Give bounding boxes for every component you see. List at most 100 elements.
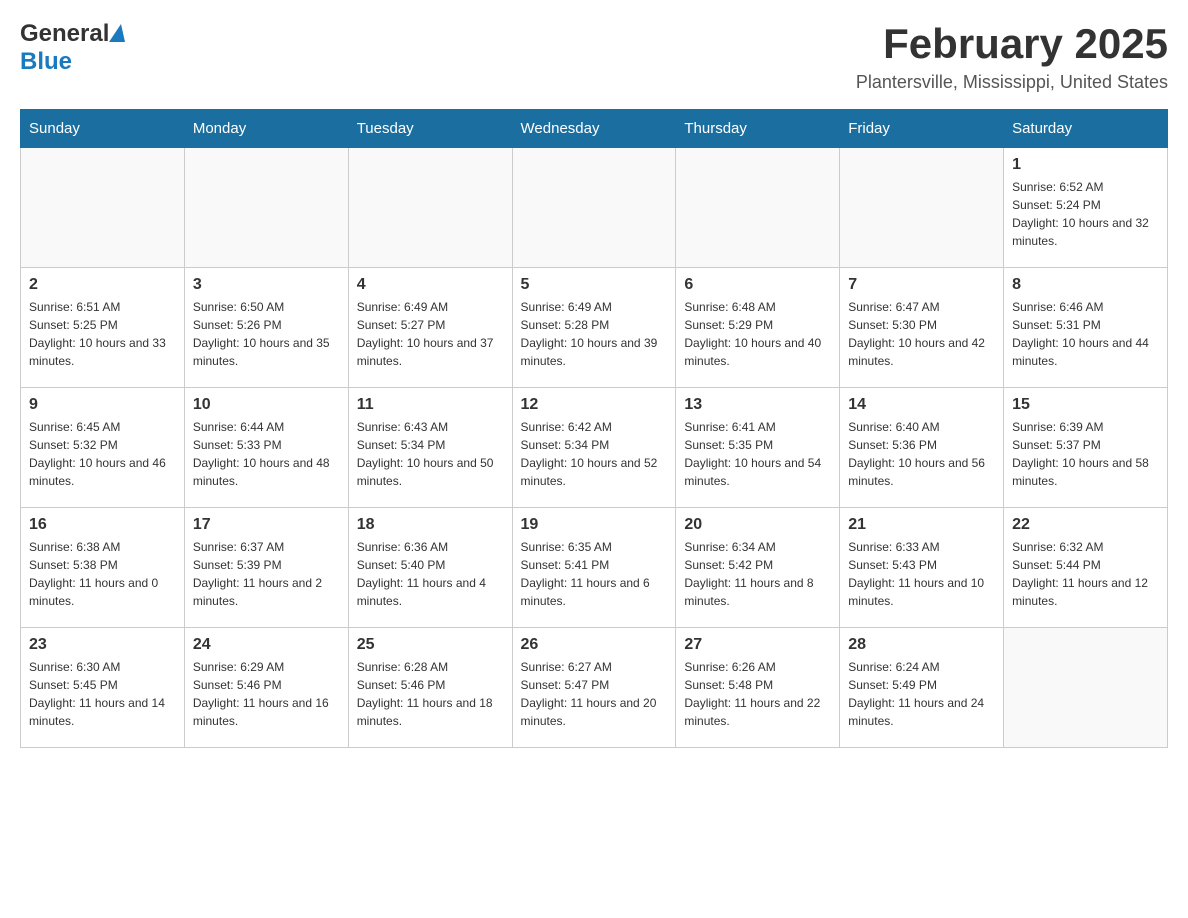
calendar-table: Sunday Monday Tuesday Wednesday Thursday… (20, 109, 1168, 748)
col-friday: Friday (840, 110, 1004, 148)
calendar-cell (21, 148, 185, 268)
day-number: 28 (848, 636, 995, 654)
calendar-cell: 23 Sunrise: 6:30 AMSunset: 5:45 PMDayligh… (21, 628, 185, 748)
calendar-cell: 26 Sunrise: 6:27 AMSunset: 5:47 PMDayligh… (512, 628, 676, 748)
day-info: Sunrise: 6:29 AMSunset: 5:46 PMDaylight:… (193, 658, 340, 730)
day-info: Sunrise: 6:30 AMSunset: 5:45 PMDaylight:… (29, 658, 176, 730)
day-info: Sunrise: 6:49 AMSunset: 5:28 PMDaylight:… (521, 298, 668, 370)
col-tuesday: Tuesday (348, 110, 512, 148)
logo-general-text: General (20, 20, 109, 48)
calendar-cell (676, 148, 840, 268)
calendar-cell: 6 Sunrise: 6:48 AMSunset: 5:29 PMDaylight… (676, 268, 840, 388)
month-title: February 2025 (856, 20, 1168, 68)
day-info: Sunrise: 6:36 AMSunset: 5:40 PMDaylight:… (357, 538, 504, 610)
day-info: Sunrise: 6:28 AMSunset: 5:46 PMDaylight:… (357, 658, 504, 730)
day-number: 15 (1012, 396, 1159, 414)
calendar-cell: 12 Sunrise: 6:42 AMSunset: 5:34 PMDayligh… (512, 388, 676, 508)
day-number: 20 (684, 516, 831, 534)
day-info: Sunrise: 6:46 AMSunset: 5:31 PMDaylight:… (1012, 298, 1159, 370)
day-number: 26 (521, 636, 668, 654)
day-info: Sunrise: 6:48 AMSunset: 5:29 PMDaylight:… (684, 298, 831, 370)
col-monday: Monday (184, 110, 348, 148)
day-number: 10 (193, 396, 340, 414)
logo-blue-text: Blue (20, 48, 72, 76)
calendar-cell: 27 Sunrise: 6:26 AMSunset: 5:48 PMDayligh… (676, 628, 840, 748)
calendar-cell (184, 148, 348, 268)
day-info: Sunrise: 6:41 AMSunset: 5:35 PMDaylight:… (684, 418, 831, 490)
calendar-week-row-3: 9 Sunrise: 6:45 AMSunset: 5:32 PMDaylight… (21, 388, 1168, 508)
day-info: Sunrise: 6:38 AMSunset: 5:38 PMDaylight:… (29, 538, 176, 610)
day-number: 14 (848, 396, 995, 414)
day-number: 12 (521, 396, 668, 414)
day-info: Sunrise: 6:49 AMSunset: 5:27 PMDaylight:… (357, 298, 504, 370)
calendar-cell (1004, 628, 1168, 748)
day-info: Sunrise: 6:50 AMSunset: 5:26 PMDaylight:… (193, 298, 340, 370)
location-subtitle: Plantersville, Mississippi, United State… (856, 72, 1168, 93)
day-info: Sunrise: 6:42 AMSunset: 5:34 PMDaylight:… (521, 418, 668, 490)
calendar-cell (348, 148, 512, 268)
day-number: 13 (684, 396, 831, 414)
day-number: 17 (193, 516, 340, 534)
day-number: 11 (357, 396, 504, 414)
day-number: 4 (357, 276, 504, 294)
day-info: Sunrise: 6:27 AMSunset: 5:47 PMDaylight:… (521, 658, 668, 730)
day-info: Sunrise: 6:26 AMSunset: 5:48 PMDaylight:… (684, 658, 831, 730)
day-number: 21 (848, 516, 995, 534)
day-number: 6 (684, 276, 831, 294)
day-number: 23 (29, 636, 176, 654)
day-info: Sunrise: 6:33 AMSunset: 5:43 PMDaylight:… (848, 538, 995, 610)
calendar-cell: 4 Sunrise: 6:49 AMSunset: 5:27 PMDaylight… (348, 268, 512, 388)
calendar-cell: 7 Sunrise: 6:47 AMSunset: 5:30 PMDaylight… (840, 268, 1004, 388)
day-info: Sunrise: 6:51 AMSunset: 5:25 PMDaylight:… (29, 298, 176, 370)
calendar-cell (840, 148, 1004, 268)
calendar-cell: 21 Sunrise: 6:33 AMSunset: 5:43 PMDayligh… (840, 508, 1004, 628)
calendar-cell: 16 Sunrise: 6:38 AMSunset: 5:38 PMDayligh… (21, 508, 185, 628)
day-number: 24 (193, 636, 340, 654)
day-number: 7 (848, 276, 995, 294)
page-header: General Blue February 2025 Plantersville… (20, 20, 1168, 93)
calendar-header-row: Sunday Monday Tuesday Wednesday Thursday… (21, 110, 1168, 148)
calendar-week-row-2: 2Sunrise: 6:51 AMSunset: 5:25 PMDaylight… (21, 268, 1168, 388)
calendar-cell: 18Sunrise: 6:36 AMSunset: 5:40 PMDayligh… (348, 508, 512, 628)
calendar-cell: 20Sunrise: 6:34 AMSunset: 5:42 PMDayligh… (676, 508, 840, 628)
title-section: February 2025 Plantersville, Mississippi… (856, 20, 1168, 93)
day-number: 27 (684, 636, 831, 654)
calendar-cell: 22 Sunrise: 6:32 AMSunset: 5:44 PMDayligh… (1004, 508, 1168, 628)
day-info: Sunrise: 6:40 AMSunset: 5:36 PMDaylight:… (848, 418, 995, 490)
col-wednesday: Wednesday (512, 110, 676, 148)
day-info: Sunrise: 6:44 AMSunset: 5:33 PMDaylight:… (193, 418, 340, 490)
col-sunday: Sunday (21, 110, 185, 148)
day-number: 9 (29, 396, 176, 414)
logo-triangle-icon (109, 24, 125, 42)
day-number: 16 (29, 516, 176, 534)
day-number: 22 (1012, 516, 1159, 534)
day-info: Sunrise: 6:37 AMSunset: 5:39 PMDaylight:… (193, 538, 340, 610)
day-info: Sunrise: 6:35 AMSunset: 5:41 PMDaylight:… (521, 538, 668, 610)
day-info: Sunrise: 6:52 AMSunset: 5:24 PMDaylight:… (1012, 178, 1159, 250)
day-number: 19 (521, 516, 668, 534)
calendar-cell: 14 Sunrise: 6:40 AMSunset: 5:36 PMDayligh… (840, 388, 1004, 508)
calendar-cell: 9 Sunrise: 6:45 AMSunset: 5:32 PMDaylight… (21, 388, 185, 508)
day-info: Sunrise: 6:43 AMSunset: 5:34 PMDaylight:… (357, 418, 504, 490)
calendar-cell: 11 Sunrise: 6:43 AMSunset: 5:34 PMDayligh… (348, 388, 512, 508)
calendar-cell: 8 Sunrise: 6:46 AMSunset: 5:31 PMDaylight… (1004, 268, 1168, 388)
day-number: 5 (521, 276, 668, 294)
day-info: Sunrise: 6:32 AMSunset: 5:44 PMDaylight:… (1012, 538, 1159, 610)
calendar-cell: 24 Sunrise: 6:29 AMSunset: 5:46 PMDayligh… (184, 628, 348, 748)
day-info: Sunrise: 6:47 AMSunset: 5:30 PMDaylight:… (848, 298, 995, 370)
calendar-cell: 5 Sunrise: 6:49 AMSunset: 5:28 PMDaylight… (512, 268, 676, 388)
calendar-cell: 28Sunrise: 6:24 AMSunset: 5:49 PMDayligh… (840, 628, 1004, 748)
calendar-week-row-1: 1 Sunrise: 6:52 AMSunset: 5:24 PMDaylight… (21, 148, 1168, 268)
day-number: 8 (1012, 276, 1159, 294)
logo: General Blue (20, 20, 125, 76)
calendar-cell: 2Sunrise: 6:51 AMSunset: 5:25 PMDaylight… (21, 268, 185, 388)
calendar-cell: 1 Sunrise: 6:52 AMSunset: 5:24 PMDaylight… (1004, 148, 1168, 268)
day-info: Sunrise: 6:39 AMSunset: 5:37 PMDaylight:… (1012, 418, 1159, 490)
calendar-cell: 19 Sunrise: 6:35 AMSunset: 5:41 PMDayligh… (512, 508, 676, 628)
calendar-week-row-5: 23 Sunrise: 6:30 AMSunset: 5:45 PMDayligh… (21, 628, 1168, 748)
day-number: 1 (1012, 156, 1159, 174)
calendar-cell: 25Sunrise: 6:28 AMSunset: 5:46 PMDayligh… (348, 628, 512, 748)
calendar-cell: 13 Sunrise: 6:41 AMSunset: 5:35 PMDayligh… (676, 388, 840, 508)
day-info: Sunrise: 6:45 AMSunset: 5:32 PMDaylight:… (29, 418, 176, 490)
calendar-cell: 3Sunrise: 6:50 AMSunset: 5:26 PMDaylight… (184, 268, 348, 388)
